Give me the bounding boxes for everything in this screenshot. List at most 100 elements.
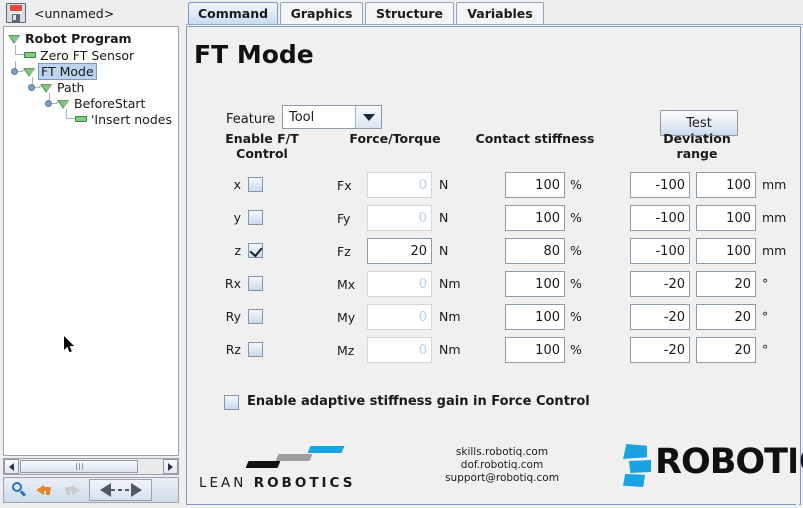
force-unit: N [439,243,449,258]
enable-checkbox-rz[interactable] [248,342,263,357]
stiffness-input-ry[interactable]: 100 [505,304,565,330]
link-dof[interactable]: dof.robotiq.com [417,459,587,472]
expand-triangle-icon[interactable] [8,32,21,45]
redo-arrow-icon[interactable] [59,479,83,501]
tab-bar: Command Graphics Structure Variables [186,0,803,25]
tree-item-zero-ft-sensor[interactable]: Zero FT Sensor [24,47,134,63]
feature-selected-value: Tool [289,109,315,125]
lean-bar-black [245,461,281,468]
stiffness-unit: % [570,210,582,225]
deviation-min-input-ry[interactable]: -20 [630,304,690,330]
torque-input-rz[interactable]: 0 [367,337,432,363]
force-input-z[interactable]: 20 [367,238,432,264]
lean-bar-grey [275,454,313,461]
tree-connector [66,118,75,119]
tab-graphics[interactable]: Graphics [280,2,363,24]
deviation-max-input-rz[interactable]: 20 [696,337,756,363]
tab-label: Graphics [290,6,353,21]
expand-triangle-icon[interactable] [23,65,36,78]
deviation-max-input-y[interactable]: 100 [696,205,756,231]
stiffness-unit: % [570,309,582,324]
expand-triangle-icon[interactable] [40,81,53,94]
stiffness-input-rz[interactable]: 100 [505,337,565,363]
deviation-max-input-ry[interactable]: 20 [696,304,756,330]
tab-label: Structure [376,6,443,21]
link-support-email[interactable]: support@robotiq.com [417,472,587,485]
deviation-unit: mm [762,210,787,225]
chevron-down-icon[interactable] [355,106,381,128]
enable-checkbox-y[interactable] [248,210,263,225]
tab-label: Command [197,6,269,21]
tab-command[interactable]: Command [188,2,278,24]
undo-arrow-icon[interactable] [33,479,57,501]
link-skills[interactable]: skills.robotiq.com [417,446,587,459]
axis-label: Rx [224,276,241,291]
stiffness-unit: % [570,342,582,357]
torque-unit: Nm [439,309,461,324]
scroll-right-button[interactable] [163,459,178,474]
tree-item-beforestart[interactable]: BeforeStart [45,95,145,111]
axis-label: Ry [225,309,241,324]
deviation-max-input-z[interactable]: 100 [696,238,756,264]
deviation-min-input-rz[interactable]: -20 [630,337,690,363]
force-input-y[interactable]: 0 [367,205,432,231]
deviation-min-input-y[interactable]: -100 [630,205,690,231]
torque-input-rx[interactable]: 0 [367,271,432,297]
tree-item-robot-program[interactable]: Robot Program [8,30,132,46]
tree-item-label: BeforeStart [74,95,146,111]
deviation-min-input-z[interactable]: -100 [630,238,690,264]
program-tree-panel: <unnamed> Robot Program Zero FT Sensor F… [0,0,182,508]
search-magnifier-icon[interactable] [7,479,31,501]
expand-knob-icon[interactable] [28,83,35,91]
tree-item-label: FT Mode [38,62,97,80]
deviation-min-input-x[interactable]: -100 [630,172,690,198]
force-unit: N [439,177,449,192]
axis-row-y: y Fy 0 N 100 % -100 100 mm [187,204,802,237]
scrollbar-thumb[interactable] [20,460,138,473]
stiffness-input-x[interactable]: 100 [505,172,565,198]
tree-item-label: Robot Program [25,30,132,46]
force-unit: N [439,210,449,225]
adaptive-stiffness-label: Enable adaptive stiffness gain in Force … [247,394,590,409]
tree-item-ft-mode[interactable]: FT Mode [11,62,97,80]
enable-checkbox-z[interactable] [248,243,263,258]
robotiq-mark-top [623,444,647,459]
adaptive-stiffness-checkbox[interactable] [224,395,239,410]
node-dash-icon [75,116,87,122]
scroll-left-button[interactable] [4,459,19,474]
deviation-max-input-rx[interactable]: 20 [696,271,756,297]
force-input-x[interactable]: 0 [367,172,432,198]
torque-unit: Nm [439,276,461,291]
floppy-disk-icon[interactable] [6,3,26,23]
enable-checkbox-rx[interactable] [248,276,263,291]
deviation-min-input-rx[interactable]: -20 [630,271,690,297]
enable-checkbox-ry[interactable] [248,309,263,324]
enable-checkbox-x[interactable] [248,177,263,192]
content-right-rail [796,28,799,505]
torque-input-ry[interactable]: 0 [367,304,432,330]
tree-horizontal-scrollbar[interactable] [3,458,179,475]
column-header-contact-stiffness: Contact stiffness [475,131,595,146]
expand-knob-icon[interactable] [45,99,52,107]
stiffness-input-rx[interactable]: 100 [505,271,565,297]
expand-knob-icon[interactable] [11,67,18,75]
tree-item-insert-nodes[interactable]: 'Insert nodes [75,111,172,127]
stiffness-input-y[interactable]: 100 [505,205,565,231]
tab-variables[interactable]: Variables [456,2,544,24]
node-dash-icon [24,52,36,58]
feature-label: Feature [226,112,276,127]
tab-structure[interactable]: Structure [365,2,454,24]
program-tree[interactable]: Robot Program Zero FT Sensor FT Mode Pat… [3,26,179,456]
expand-triangle-icon[interactable] [57,97,70,110]
stiffness-input-z[interactable]: 80 [505,238,565,264]
move-node-icon[interactable] [89,479,152,501]
tree-item-path[interactable]: Path [28,79,84,95]
program-name-label: <unnamed> [34,5,115,21]
stiffness-unit: % [570,177,582,192]
torque-unit: Nm [439,342,461,357]
deviation-max-input-x[interactable]: 100 [696,172,756,198]
feature-select[interactable]: Tool [282,105,382,129]
axis-row-x: x Fx 0 N 100 % -100 100 mm [187,171,802,204]
deviation-unit: ° [762,276,769,291]
robotiq-mark-middle [629,460,651,473]
